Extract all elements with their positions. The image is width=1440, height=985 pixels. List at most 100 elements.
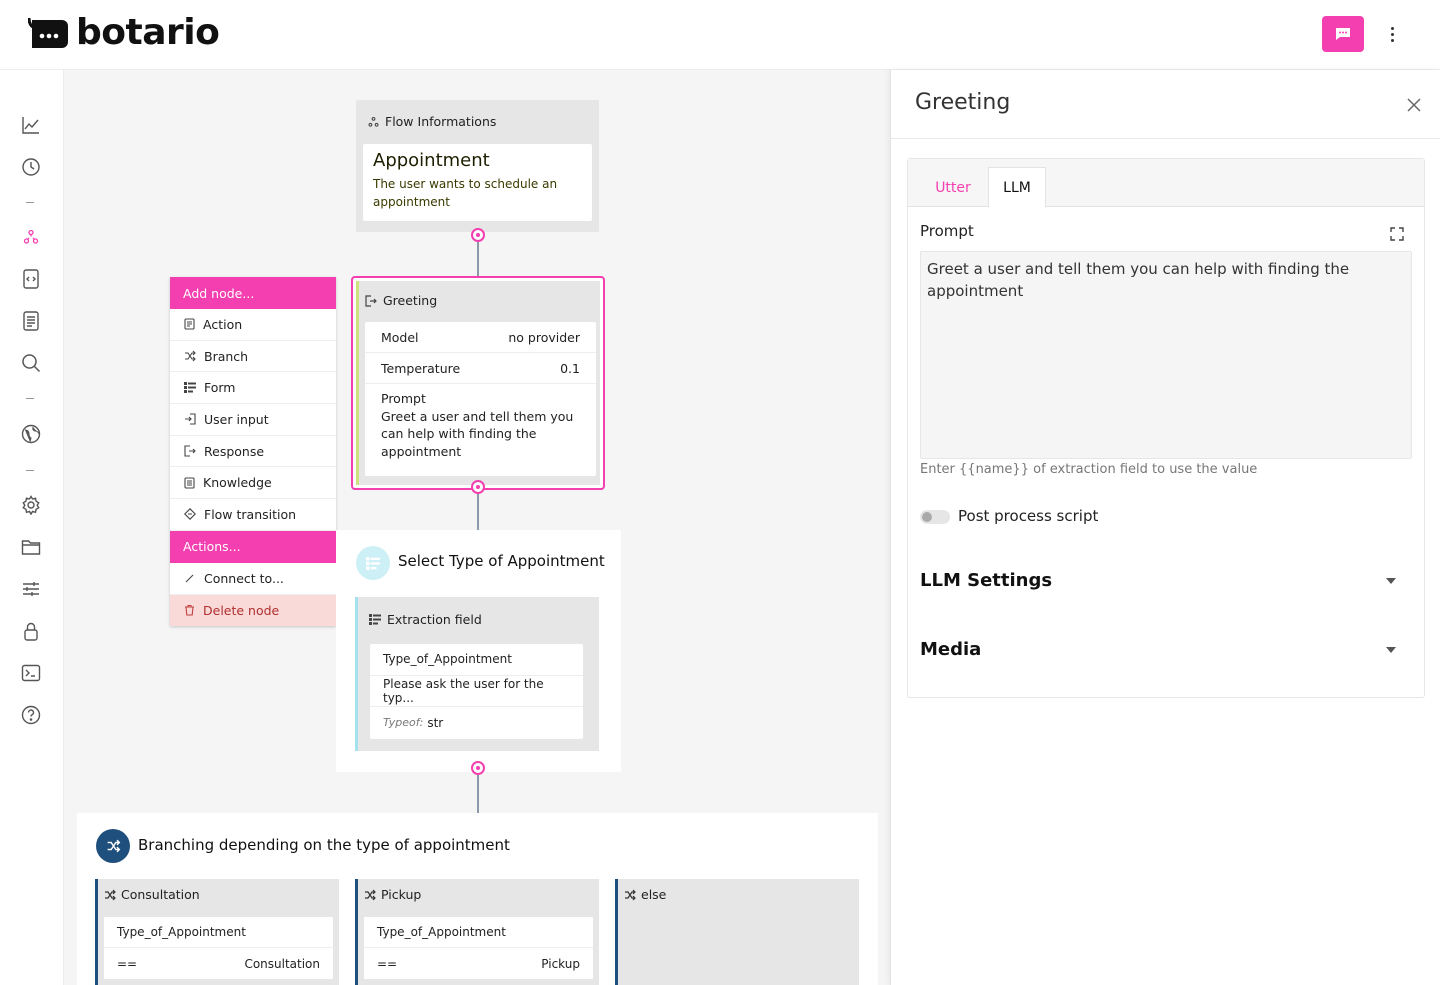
menu-item-flow-transition[interactable]: Flow transition <box>170 499 336 531</box>
extraction-field-heading: Extraction field <box>387 612 482 627</box>
condition-field: Type_of_Appointment <box>377 925 506 939</box>
extraction-field-block: Extraction field Type_of_Appointment Ple… <box>355 597 599 751</box>
analytics-icon[interactable] <box>20 114 42 136</box>
branch-name: else <box>641 887 667 902</box>
field-prompt: Please ask the user for the typ... <box>383 676 544 705</box>
menu-item-response[interactable]: Response <box>170 436 336 468</box>
history-icon[interactable] <box>20 156 42 178</box>
branch-pickup[interactable]: Pickup Type_of_Appointment == Pickup <box>355 879 599 985</box>
menu-item-label: Connect to... <box>204 570 284 586</box>
connector-port[interactable] <box>471 228 485 242</box>
sliders-icon[interactable] <box>20 578 42 600</box>
sidebar-divider <box>26 202 34 203</box>
branch-icon <box>96 829 130 863</box>
chat-button[interactable] <box>1322 16 1364 52</box>
flows-icon[interactable] <box>20 226 42 248</box>
prompt-hint: Enter {{name}} of extraction field to us… <box>920 462 1258 477</box>
folder-icon[interactable] <box>20 536 42 558</box>
menu-item-action[interactable]: Action <box>170 309 336 341</box>
trash-icon <box>185 605 194 616</box>
flow-canvas[interactable]: Flow Informations Appointment The user w… <box>64 70 890 985</box>
connector-port[interactable] <box>471 761 485 775</box>
flows-icon <box>368 116 379 127</box>
llm-settings-header[interactable]: LLM Settings <box>920 570 1052 591</box>
menu-item-label: Branch <box>204 348 249 364</box>
connector-port[interactable] <box>471 480 485 494</box>
tab-strip: Utter LLM <box>908 159 1424 208</box>
branch-icon <box>185 350 196 362</box>
select-type-title: Select Type of Appointment <box>398 552 605 570</box>
branch-condition: Type_of_Appointment == Pickup <box>364 917 593 979</box>
menu-item-label: Delete node <box>203 602 280 618</box>
menu-item-form[interactable]: Form <box>170 372 336 405</box>
edge <box>477 494 479 530</box>
menu-item-user-input[interactable]: User input <box>170 404 336 436</box>
tab-utter[interactable]: Utter <box>918 167 988 208</box>
post-process-toggle[interactable] <box>920 510 950 524</box>
prompt-label: Prompt <box>381 391 426 406</box>
tab-llm[interactable]: LLM <box>988 167 1046 208</box>
terminal-icon[interactable] <box>20 662 42 684</box>
panel-title: Greeting <box>915 90 1011 115</box>
media-header[interactable]: Media <box>920 639 981 660</box>
type-label: Typeof: <box>383 716 424 729</box>
menu-item-connect[interactable]: Connect to... <box>170 563 336 595</box>
temperature-label: Temperature <box>381 360 461 376</box>
greeting-heading: Greeting <box>383 293 438 308</box>
post-process-label: Post process script <box>958 507 1099 525</box>
pencil-icon <box>185 574 194 583</box>
menu-item-label: Action <box>203 316 243 332</box>
flow-name: Appointment <box>373 150 490 171</box>
chevron-down-icon[interactable] <box>1386 578 1396 584</box>
branch-name: Pickup <box>381 887 422 902</box>
prompt-block: Prompt Greet a user and tell them you ca… <box>365 384 596 466</box>
menu-item-label: Response <box>204 443 265 459</box>
prompt-textarea[interactable]: Greet a user and tell them you can help … <box>920 251 1412 459</box>
model-label: Model <box>381 329 419 345</box>
action-icon <box>184 318 195 330</box>
more-options-button[interactable] <box>1382 22 1402 46</box>
menu-item-delete[interactable]: Delete node <box>170 594 336 627</box>
menu-item-label: User input <box>204 411 269 427</box>
settings-icon[interactable] <box>20 494 42 516</box>
select-type-node[interactable]: Select Type of Appointment Extraction fi… <box>336 530 621 772</box>
user-input-icon <box>185 413 196 425</box>
search-icon[interactable] <box>20 352 42 374</box>
menu-item-knowledge[interactable]: Knowledge <box>170 467 336 500</box>
branch-else[interactable]: else <box>615 879 859 985</box>
branch-name: Consultation <box>121 887 200 902</box>
flow-transition-icon <box>184 508 196 521</box>
document-icon[interactable] <box>20 310 42 332</box>
botario-logo[interactable]: botario <box>27 12 220 53</box>
menu-item-label: Flow transition <box>204 506 297 522</box>
brand-name: botario <box>76 12 220 53</box>
branch-icon <box>365 889 376 900</box>
chat-icon <box>1336 28 1350 40</box>
model-row: Model no provider <box>365 322 596 353</box>
condition-value: Pickup <box>541 956 580 971</box>
globe-icon[interactable] <box>20 423 42 445</box>
menu-item-branch[interactable]: Branch <box>170 341 336 373</box>
form-icon <box>369 614 381 625</box>
branch-consultation[interactable]: Consultation Type_of_Appointment == Consu… <box>95 879 339 985</box>
temperature-value: 0.1 <box>560 360 580 376</box>
flow-info-node[interactable]: Flow Informations Appointment The user w… <box>356 100 599 232</box>
actions-header: Actions... <box>170 530 336 563</box>
field-prompt-row: Please ask the user for the typ... <box>370 676 583 707</box>
expand-button[interactable] <box>1389 226 1405 242</box>
branch-icon <box>105 889 116 900</box>
prompt-label: Prompt <box>920 222 974 240</box>
greeting-node[interactable]: Greeting Model no provider Temperature 0.1… <box>351 276 605 490</box>
response-icon <box>365 294 377 307</box>
tab-container: Utter LLM Prompt Greet a user and tell t… <box>907 158 1425 698</box>
sidebar-divider <box>26 398 34 399</box>
edge <box>477 242 479 276</box>
code-icon[interactable] <box>20 268 42 290</box>
help-icon[interactable] <box>20 704 42 726</box>
lock-icon[interactable] <box>20 620 42 642</box>
prompt-text: Greet a user and tell them you can help … <box>381 408 574 459</box>
close-button[interactable] <box>1403 94 1425 116</box>
logo-chat-icon <box>27 16 72 50</box>
chevron-down-icon[interactable] <box>1386 647 1396 653</box>
branch-icon <box>625 889 636 900</box>
